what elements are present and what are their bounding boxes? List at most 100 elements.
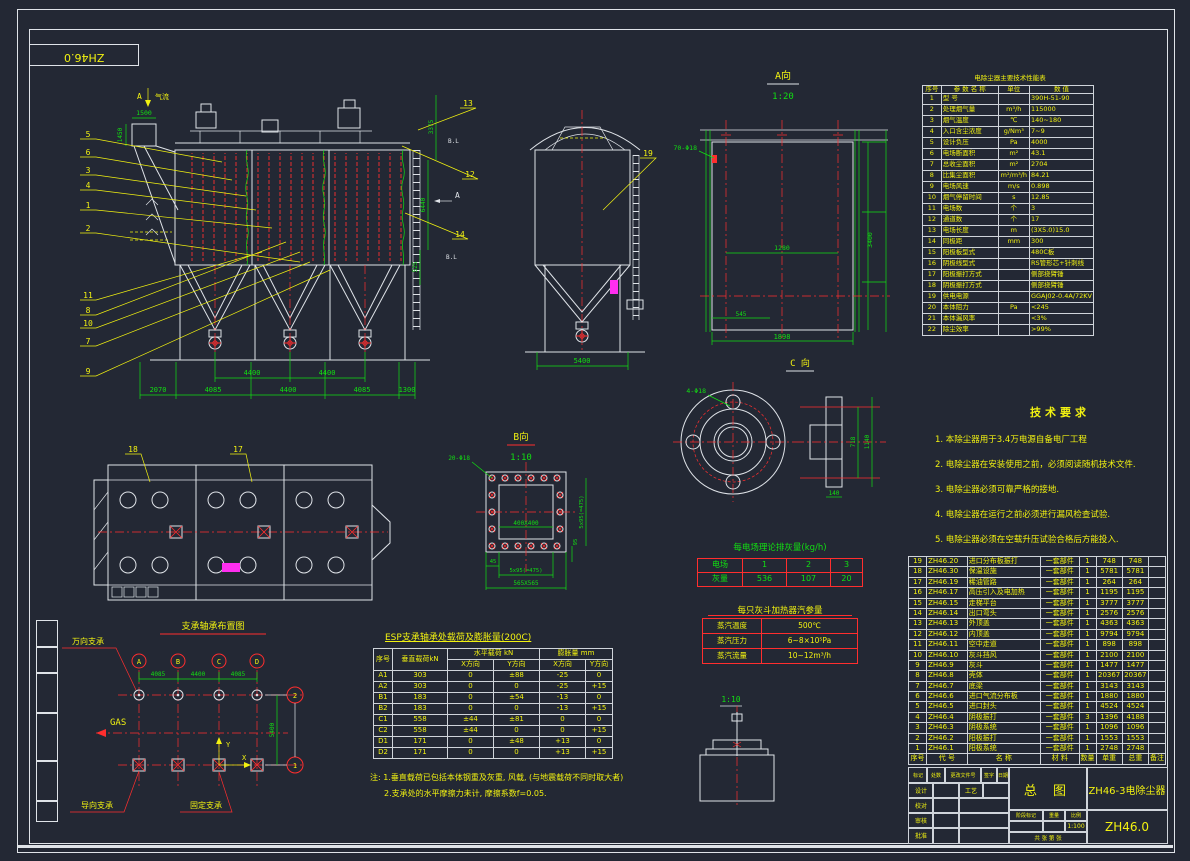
bom-row: 3 ZH46.3 阴极系统 一套部件 1 1096 1096 [909,723,1166,733]
esp-table-title: ESP支承轴承处载荷及膨胀量(200C) [385,630,531,643]
esp-col-seq: 序号 [374,649,393,671]
dim-hopper-pitch-1: 4400 [244,369,261,377]
tb-product-name: ZH46-3电除尘器 [1086,767,1168,811]
boundary-line-mark: B.L [448,138,459,145]
b-view-dim-right: 5x95(=475) [579,495,585,528]
esp-row: D11710 ±48+130 [374,737,613,748]
dim-bottom-2: 4085 [205,386,222,394]
perf-row: 18 阴极振打方式 侧部挠臂锤 [923,280,1094,291]
front-elevation-view: 4400 4400 2070 4085 4400 4085 1300 1500 … [80,88,478,399]
dim-bottom-3: 4400 [280,386,297,394]
cad-drawing-canvas: ZH46.0 [0,0,1190,861]
perf-row: 20 本体阻力 Pa <245 [923,302,1094,313]
performance-table: 序号 参 数 名 称 单位 数 值 1 型 号 390H-51-90 2 处理烟… [922,85,1094,336]
perf-row: 5 设计负压 Pa 4000 [923,137,1094,148]
perf-row: 10 烟气停留时间 s 12.85 [923,192,1094,203]
bom-row: 11 ZH46.11 空中走道 一套部件 1 898 898 [909,640,1166,650]
dim-hopper-pitch-2: 4400 [319,369,336,377]
part-num: 4 [86,181,91,190]
universal-support-label: 万向支承 [72,636,104,646]
part-num: 2 [86,224,91,233]
dim-inlet-width: 1500 [136,109,152,117]
perf-header: 序号 [923,86,942,94]
dim-inlet-height: 1450 [117,127,124,142]
ash-table-title: 每电场理论排灰量(kg/h) [690,541,870,553]
magenta-detail [222,563,240,572]
part-num: 5 [86,130,91,139]
perf-row: 9 电场风速 m/s 0.898 [923,181,1094,192]
esp-load-table: 序号 垂直载荷kN 水平载荷 kN 膨胀量 mm X方向 Y方向 X方向 Y方向… [373,648,613,759]
perf-row: 4 入口含尘浓度 g/Nm³ 7~9 [923,126,1094,137]
part-num: 10 [83,319,93,328]
tech-req-item: 2. 电除尘器在安装使用之前，必须阅读随机技术文件. [935,453,1185,478]
tech-req-item: 3. 电除尘器必须可靠严格的接地. [935,478,1185,503]
perf-row: 17 阳极振打方式 侧部挠臂锤 [923,269,1094,280]
tb-sheet: 共 张 第 张 [1008,831,1088,844]
ash-table: 电场 1 2 3 灰量 536 107 20 [697,558,863,587]
bom-row: 12 ZH46.12 内顶盖 一套部件 1 9794 9794 [909,629,1166,639]
a-view-title: A向 [775,69,791,82]
esp-row: B11830 ±54-130 [374,693,613,704]
b-view-title: B向 [513,431,528,443]
perf-row: 13 电场长度 m (3X5.0)15.0 [923,225,1094,236]
esp-col-y: Y方向 [586,660,613,671]
b-view-dim-bottom: 5x95(=475) [509,568,542,574]
perf-row: 15 阳极板型式 480C板 [923,247,1094,258]
part-num: 13 [463,99,473,108]
dim-bottom-4: 4085 [354,386,371,394]
col-bubble: A [137,658,142,666]
part-num: 17 [233,445,243,454]
esp-col-vert: 垂直载荷kN [393,649,448,671]
perf-row: 7 总收尘面积 m² 2704 [923,159,1094,170]
bom-row: 15 ZH46.15 走梯平台 一套部件 1 3777 3777 [909,598,1166,608]
side-elevation-view: 5400 19 [525,110,656,370]
part-num: 11 [83,291,93,300]
steam-table: 蒸汽温度 500℃ 蒸汽压力 6~8×10⁵Pa 蒸汽流量 10~12m³/h [702,618,858,664]
a-direction-view: A向 1:20 70-Φ18 1898 1280 545 3400 [674,69,890,345]
row-bubble: 1 [293,762,297,770]
col-bubble: D [255,658,259,666]
c-direction-view: C 向 4-Φ18 718 1140 140 [673,357,886,502]
flow-label: 气流 [155,92,169,101]
part-num: 12 [465,170,475,179]
a-view-dim-right: 3400 [866,232,874,248]
esp-row: C2558±44 00+15 [374,726,613,737]
esp-row: A23030 0-25+15 [374,682,613,693]
dim-bc: 4400 [191,671,206,678]
tb-blank [958,827,1010,844]
perf-row: 6 电场断面积 m² 43.1 [923,148,1094,159]
part-num: 1 [86,201,91,210]
bom-row: 17 ZH46.19 稀油管路 一套部件 1 264 264 [909,577,1166,587]
bom-row: 2 ZH46.2 阳极振打 一套部件 1 1553 1553 [909,733,1166,743]
fixed-support-label: 固定支承 [190,800,222,810]
steam-row: 蒸汽流量 10~12m³/h [703,649,858,664]
esp-col-y: Y方向 [494,660,540,671]
foundation-detail-view: 1:10 [700,695,774,808]
axis-y-label: Y [226,741,231,749]
perf-row: 16 阴极线型式 RS管形芯+针刺线 [923,258,1094,269]
dim-right-3: 525 [412,261,419,272]
perf-header: 数 值 [1029,86,1093,94]
esp-col-x: X方向 [540,660,586,671]
bom-row: 16 ZH46.17 高压引入及电加热 一套部件 1 1195 1195 [909,588,1166,598]
b-view-scale: 1:10 [510,453,532,463]
gas-label: GAS [110,718,126,728]
esp-row: A13030 ±88-250 [374,671,613,682]
esp-col-horiz: 水平载荷 kN [448,649,540,660]
esp-table-note-1: 注: 1.垂直载荷已包括本体钢重及灰重, 风载, (与地震载荷不同时取大者) [370,772,623,783]
col-bubble: B [176,658,180,666]
bom-row: 6 ZH46.6 进口气流分布板 一套部件 1 1880 1880 [909,692,1166,702]
tech-req-item: 1. 本除尘器用于3.4万电源自备电厂工程 [935,428,1185,453]
roof-plan-view: 18 17 [94,445,390,600]
tb-approve: 批准 [908,827,934,844]
dim-bottom-5: 1300 [399,386,416,394]
a-view-bolt-leader: 70-Φ18 [674,144,698,152]
c-view-title: C 向 [790,357,810,369]
a-view-dim-inner: 1280 [774,244,790,252]
boundary-line-mark: B.L [446,254,457,261]
perf-row: 8 比集尘面积 m²/m³/h 84.21 [923,170,1094,181]
magenta-insulator [610,280,618,294]
bearing-title: 支承轴承布置图 [181,620,244,632]
tb-blank [932,827,960,844]
bom-row: 4 ZH46.4 阴极振打 一套部件 3 1396 4188 [909,712,1166,722]
